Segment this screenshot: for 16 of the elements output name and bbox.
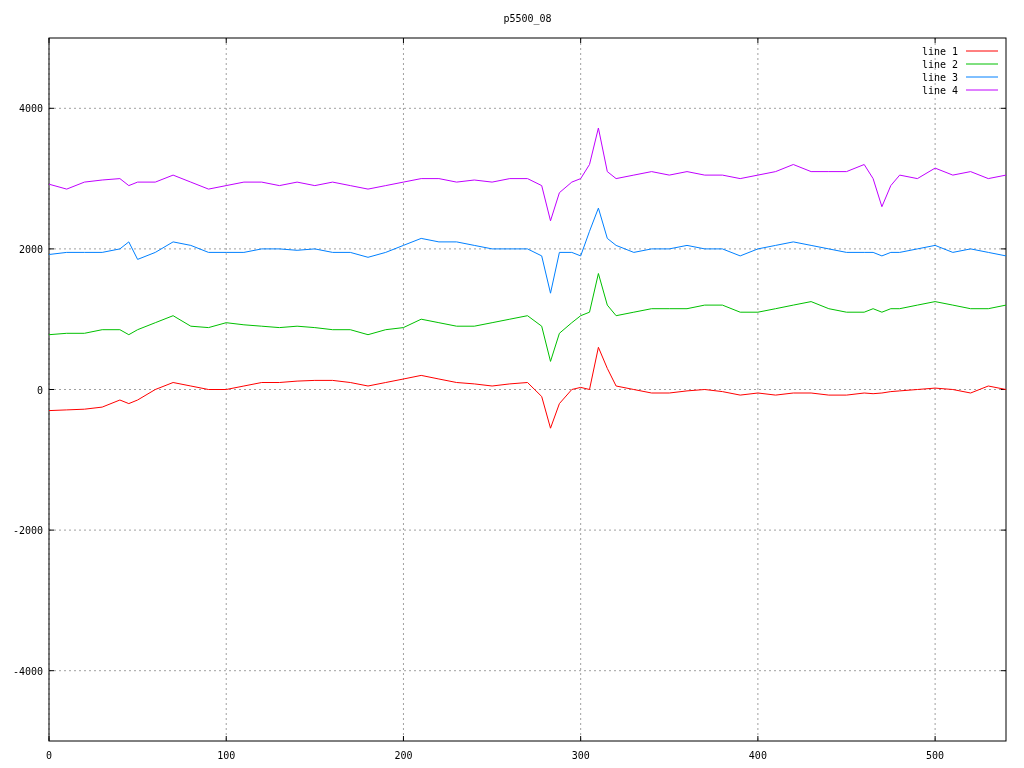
x-tick-label: 0	[46, 750, 52, 761]
y-tick-label: 0	[36, 384, 43, 396]
x-tick-label: 100	[217, 750, 236, 761]
legend-label: line 3	[921, 72, 958, 83]
x-tick-label: 500	[926, 750, 945, 761]
chart-title: p5500_08	[503, 13, 552, 24]
x-tick-label: 400	[748, 750, 767, 761]
y-tick-label: -2000	[12, 525, 43, 537]
y-tick-label: 2000	[18, 243, 43, 255]
x-tick-label: 200	[394, 750, 413, 761]
x-tick-label: 300	[571, 750, 590, 761]
legend-label: line 4	[921, 85, 958, 96]
legend-label: line 2	[921, 59, 958, 70]
y-tick-label: 4000	[18, 103, 43, 115]
y-tick-label: -4000	[12, 665, 43, 677]
legend-label: line 1	[921, 46, 958, 57]
